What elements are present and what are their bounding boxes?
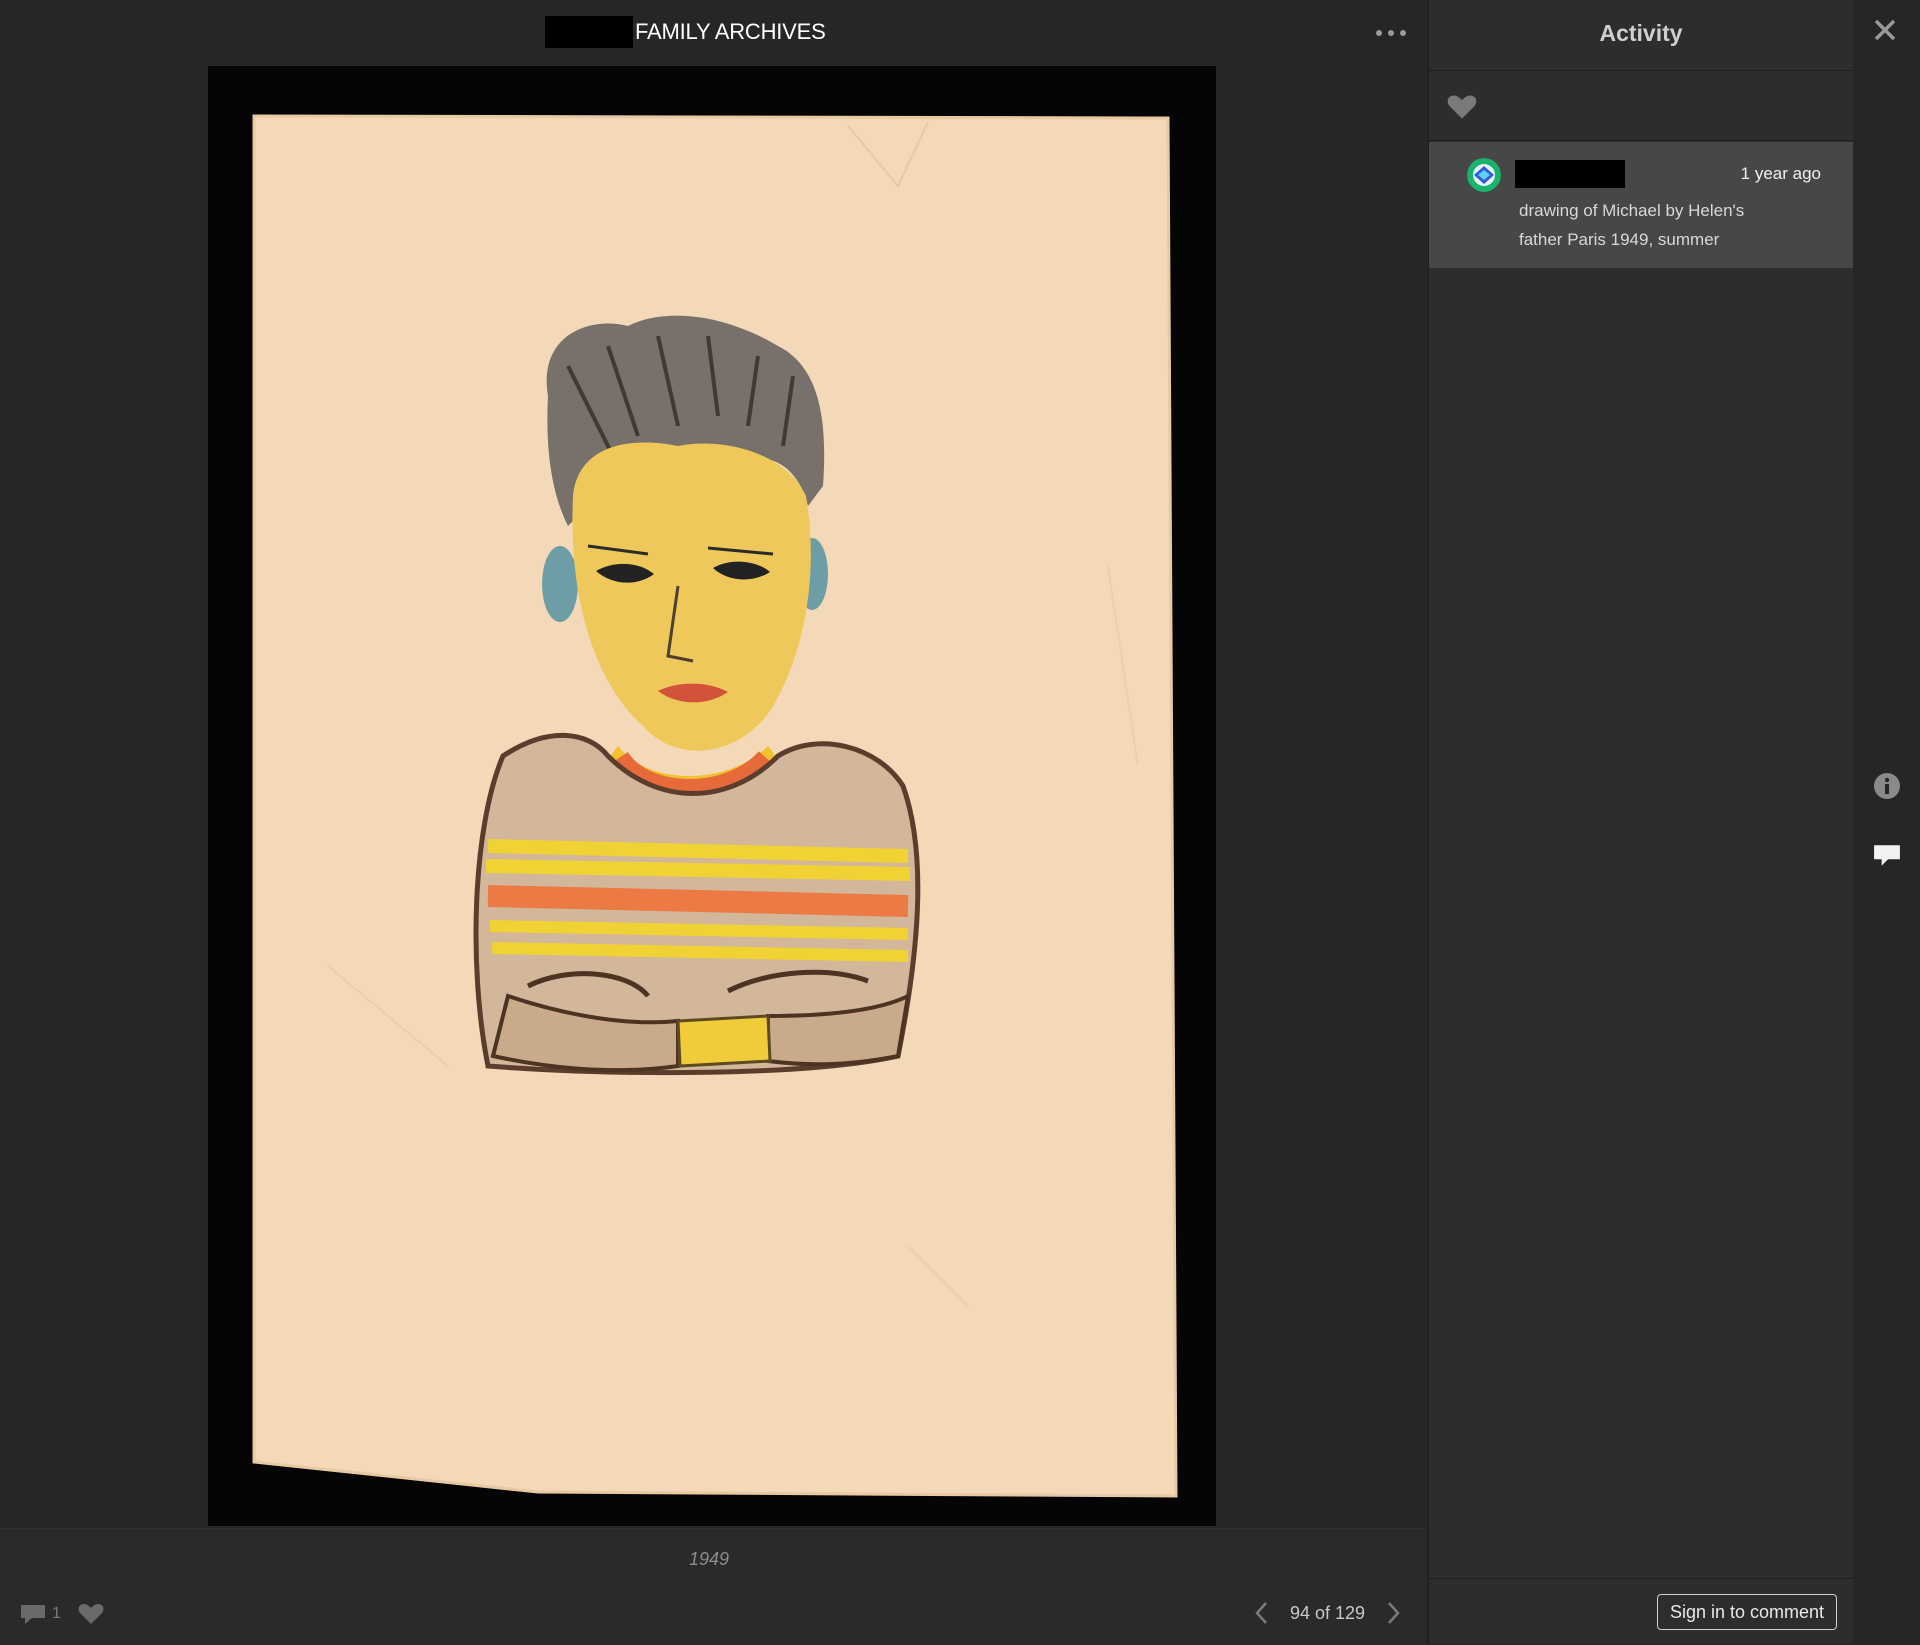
next-photo-button[interactable] bbox=[1387, 1601, 1401, 1625]
album-title: FAMILY ARCHIVES bbox=[635, 19, 826, 44]
likes-row[interactable] bbox=[1447, 94, 1477, 125]
more-options-button[interactable] bbox=[1374, 20, 1408, 46]
heart-icon bbox=[78, 1604, 104, 1624]
activity-panel: Activity 1 year ago drawing of Michael b… bbox=[1428, 0, 1853, 1644]
activity-title: Activity bbox=[1599, 20, 1683, 46]
photo-viewer: FAMILY ARCHIVES 1949 1 94 of 129 bbox=[0, 0, 1426, 1645]
comments-button[interactable] bbox=[1873, 842, 1901, 873]
photo-frame bbox=[208, 66, 1216, 1526]
close-icon bbox=[1874, 19, 1896, 41]
comment-timestamp: 1 year ago bbox=[1740, 164, 1821, 183]
avatar bbox=[1467, 158, 1501, 192]
comment-item: 1 year ago drawing of Michael by Helen's… bbox=[1429, 142, 1853, 268]
comment-text: drawing of Michael by Helen's father Par… bbox=[1519, 201, 1745, 249]
viewer-footer: 1949 1 94 of 129 bbox=[0, 1528, 1426, 1645]
photo-caption: 1949 bbox=[688, 1549, 730, 1569]
sign-in-to-comment-button[interactable]: Sign in to comment bbox=[1657, 1594, 1837, 1630]
comment-author-redacted bbox=[1515, 160, 1625, 188]
divider bbox=[1429, 1578, 1853, 1579]
like-button[interactable] bbox=[78, 1603, 104, 1630]
photo-pager: 94 of 129 bbox=[1254, 1601, 1401, 1625]
more-dots-icon bbox=[1376, 30, 1382, 36]
previous-photo-button[interactable] bbox=[1254, 1601, 1268, 1625]
photo-image bbox=[208, 66, 1216, 1526]
heart-icon bbox=[1447, 95, 1477, 119]
redacted-name-block bbox=[545, 16, 633, 48]
close-button[interactable] bbox=[1873, 18, 1897, 47]
album-title-group: FAMILY ARCHIVES bbox=[545, 16, 826, 48]
speech-bubble-icon bbox=[21, 1605, 45, 1624]
comment-count-button[interactable]: 1 bbox=[20, 1603, 61, 1625]
divider bbox=[1429, 70, 1853, 71]
pager-position: 94 of 129 bbox=[1290, 1602, 1366, 1623]
viewer-topbar: FAMILY ARCHIVES bbox=[0, 0, 1426, 66]
speech-bubble-icon bbox=[1874, 845, 1900, 866]
info-button[interactable] bbox=[1873, 772, 1901, 805]
divider bbox=[1429, 140, 1853, 141]
right-rail bbox=[1853, 0, 1920, 1644]
info-icon bbox=[1874, 773, 1900, 799]
comment-count: 1 bbox=[52, 1605, 61, 1622]
